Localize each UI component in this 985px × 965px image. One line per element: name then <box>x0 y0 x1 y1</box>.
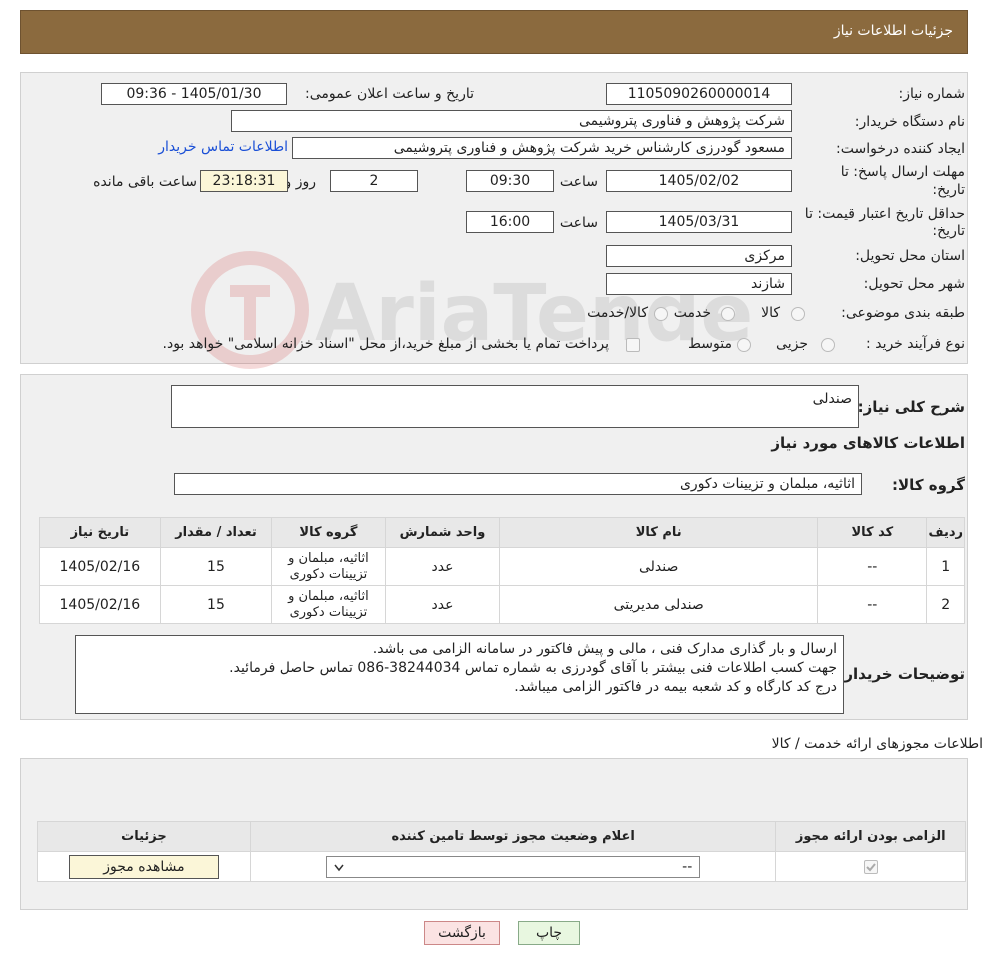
creator-field: مسعود گودرزی کارشناس خرید شرکت پژوهش و ف… <box>292 137 792 159</box>
cell-name: صندلی <box>499 547 819 586</box>
permit-required-cell <box>775 851 966 882</box>
permit-required-checkbox[interactable] <box>863 859 878 874</box>
validity-time-field: 16:00 <box>466 211 554 233</box>
days-label: روز و <box>284 174 317 190</box>
category-service-label: خدمت <box>673 305 711 321</box>
permit-status-cell: -- <box>249 851 777 882</box>
validity-time-label: ساعت <box>559 215 598 231</box>
cell-row: 2 <box>926 585 965 624</box>
buyer-note-line: ارسال و بار گذاری مدارک فنی ، مالی و پیش… <box>372 641 837 657</box>
permit-details-cell: مشاهده مجوز <box>37 851 251 882</box>
cell-group: اثاثیه، مبلمان و تزیینات دکوری <box>271 547 386 586</box>
col-permit-details: جزئیات <box>37 821 251 852</box>
col-quantity: تعداد / مقدار <box>159 517 273 548</box>
permits-table: الزامی بودن ارائه مجوز اعلام وضعیت مجوز … <box>37 821 966 882</box>
buyer-org-label: نام دستگاه خریدار: <box>854 114 965 130</box>
process-medium-radio[interactable] <box>737 338 751 352</box>
col-code: کد کالا <box>817 517 928 548</box>
cell-group: اثاثیه، مبلمان و تزیینات دکوری <box>271 585 386 624</box>
cell-need-date: 1405/02/16 <box>39 585 161 624</box>
items-table: ردیف کد کالا نام کالا واحد شمارش گروه کا… <box>39 517 965 624</box>
process-minor-label: جزیی <box>776 336 808 352</box>
permit-status-select[interactable]: -- <box>326 855 701 878</box>
col-row: ردیف <box>926 517 965 548</box>
category-label: طبقه بندی موضوعی: <box>841 305 965 321</box>
announce-field: 1405/01/30 - 09:36 <box>101 83 287 105</box>
permits-table-header: الزامی بودن ارائه مجوز اعلام وضعیت مجوز … <box>37 821 966 852</box>
col-permit-required: الزامی بودن ارائه مجوز <box>775 821 966 852</box>
deadline-date-field: 1405/02/02 <box>606 170 792 192</box>
buyer-contact-link[interactable]: اطلاعات تماس خریدار <box>158 139 288 155</box>
page-title: جزئیات اطلاعات نیاز <box>833 23 953 39</box>
category-service-radio[interactable] <box>721 307 735 321</box>
treasury-payment-checkbox[interactable] <box>626 338 640 352</box>
cell-row: 1 <box>926 547 965 586</box>
validity-label: حداقل تاریخ اعتبار قیمت: تا <box>804 206 965 222</box>
buyer-notes-label: توضیحات خریدار: <box>838 665 965 683</box>
category-goods-service-radio[interactable] <box>654 307 668 321</box>
deadline-time-label: ساعت <box>559 174 598 190</box>
page-header: جزئیات اطلاعات نیاز <box>20 10 968 54</box>
print-button[interactable]: چاپ <box>518 921 580 945</box>
buyer-notes-textarea: ارسال و بار گذاری مدارک فنی ، مالی و پیش… <box>75 635 844 714</box>
col-group: گروه کالا <box>271 517 386 548</box>
validity-label-date: تاریخ: <box>932 223 965 239</box>
process-medium-label: متوسط <box>688 336 732 352</box>
category-goods-radio[interactable] <box>791 307 805 321</box>
table-row: -- مشاهده مجوز <box>37 851 966 882</box>
chevron-down-icon <box>334 864 344 871</box>
buyer-note-line: درج کد کارگاه و کد شعبه بیمه در فاکتور ا… <box>514 679 837 695</box>
buyer-note-line: جهت کسب اطلاعات فنی بیشتر با آقای گودرزی… <box>229 660 837 676</box>
need-number-label: شماره نیاز: <box>898 86 966 102</box>
category-goods-label: کالا <box>761 305 780 321</box>
goods-group-label: گروه کالا: <box>892 476 965 494</box>
announce-label: تاریخ و ساعت اعلان عمومی: <box>305 86 474 102</box>
table-row: 2 -- صندلی مدیریتی عدد اثاثیه، مبلمان و … <box>39 585 965 624</box>
province-label: استان محل تحویل: <box>855 248 965 264</box>
deadline-time-field: 09:30 <box>466 170 554 192</box>
back-button[interactable]: بازگشت <box>424 921 500 945</box>
items-table-header: ردیف کد کالا نام کالا واحد شمارش گروه کا… <box>39 517 965 548</box>
goods-info-title: اطلاعات کالاهای مورد نیاز <box>771 434 965 452</box>
need-number-field: 1105090260000014 <box>606 83 792 105</box>
validity-date-field: 1405/03/31 <box>606 211 792 233</box>
treasury-payment-note: پرداخت تمام یا بخشی از مبلغ خرید،از محل … <box>162 336 609 352</box>
remaining-label: ساعت باقی مانده <box>93 174 197 190</box>
checkmark-icon <box>865 862 876 871</box>
category-goods-service-label: کالا/خدمت <box>587 305 648 321</box>
process-minor-radio[interactable] <box>821 338 835 352</box>
col-permit-status: اعلام وضعیت مجوز توسط تامین کننده <box>249 821 777 852</box>
cell-code: -- <box>817 585 928 624</box>
deadline-label: مهلت ارسال پاسخ: تا <box>840 164 965 180</box>
cell-name: صندلی مدیریتی <box>499 585 819 624</box>
city-field: شازند <box>606 273 792 295</box>
table-row: 1 -- صندلی عدد اثاثیه، مبلمان و تزیینات … <box>39 547 965 586</box>
remaining-time-field: 23:18:31 <box>200 170 288 192</box>
cell-unit: عدد <box>384 547 501 586</box>
cell-need-date: 1405/02/16 <box>39 547 161 586</box>
cell-quantity: 15 <box>159 585 273 624</box>
summary-textarea: صندلی <box>171 385 859 428</box>
creator-label: ایجاد کننده درخواست: <box>836 141 965 157</box>
permits-title: اطلاعات مجوزهای ارائه خدمت / کالا <box>771 736 983 752</box>
city-label: شهر محل تحویل: <box>863 276 965 292</box>
buyer-org-field: شرکت پژوهش و فناوری پتروشیمی <box>231 110 792 132</box>
view-permit-button[interactable]: مشاهده مجوز <box>68 854 219 879</box>
col-unit: واحد شمارش <box>384 517 501 548</box>
cell-quantity: 15 <box>159 547 273 586</box>
province-field: مرکزی <box>606 245 792 267</box>
process-type-label: نوع فرآیند خرید : <box>866 336 965 352</box>
goods-group-field: اثاثیه، مبلمان و تزیینات دکوری <box>174 473 862 495</box>
col-name: نام کالا <box>499 517 819 548</box>
deadline-label-date: تاریخ: <box>932 182 965 198</box>
days-remaining-field: 2 <box>330 170 418 192</box>
cell-unit: عدد <box>384 585 501 624</box>
summary-label: شرح کلی نیاز: <box>857 398 965 416</box>
col-need-date: تاریخ نیاز <box>39 517 161 548</box>
cell-code: -- <box>817 547 928 586</box>
permit-status-value: -- <box>682 858 693 875</box>
